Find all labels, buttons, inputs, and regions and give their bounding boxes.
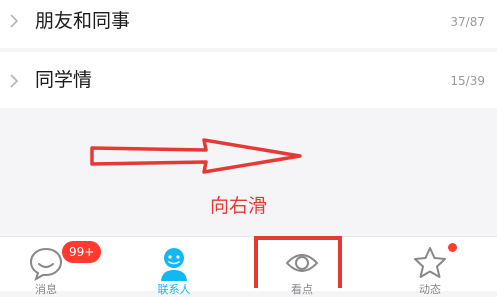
group-name: 同学情 <box>35 69 93 91</box>
unread-badge: 99+ <box>62 241 102 263</box>
group-name: 朋友和同事 <box>35 10 131 32</box>
group-row-friends-colleagues[interactable]: 朋友和同事 37/87 <box>0 0 497 48</box>
tab-contacts[interactable]: 联系人 <box>134 237 214 296</box>
swipe-area[interactable]: 向右滑 <box>0 108 497 236</box>
highlight-box <box>254 236 342 288</box>
notification-dot <box>448 243 457 252</box>
tab-label: 动态 <box>419 283 441 296</box>
group-online-count: 15/39 <box>450 74 485 88</box>
chat-bubble-icon <box>29 247 63 281</box>
group-row-classmates[interactable]: 同学情 15/39 <box>0 52 497 108</box>
tab-label: 联系人 <box>157 283 191 296</box>
group-online-count: 37/87 <box>450 15 485 29</box>
bottom-tab-bar: 99+ 消息 联系人 看点 动态 <box>0 236 497 296</box>
swipe-hint-text: 向右滑 <box>210 195 268 217</box>
person-icon <box>161 248 187 281</box>
right-arrow-icon <box>90 138 302 174</box>
tab-dynamic[interactable]: 动态 <box>390 237 470 296</box>
chevron-right-icon <box>10 14 19 28</box>
tab-label: 消息 <box>35 283 57 296</box>
chevron-right-icon <box>10 74 19 88</box>
tab-messages[interactable]: 99+ 消息 <box>6 237 102 296</box>
star-icon <box>414 247 446 278</box>
